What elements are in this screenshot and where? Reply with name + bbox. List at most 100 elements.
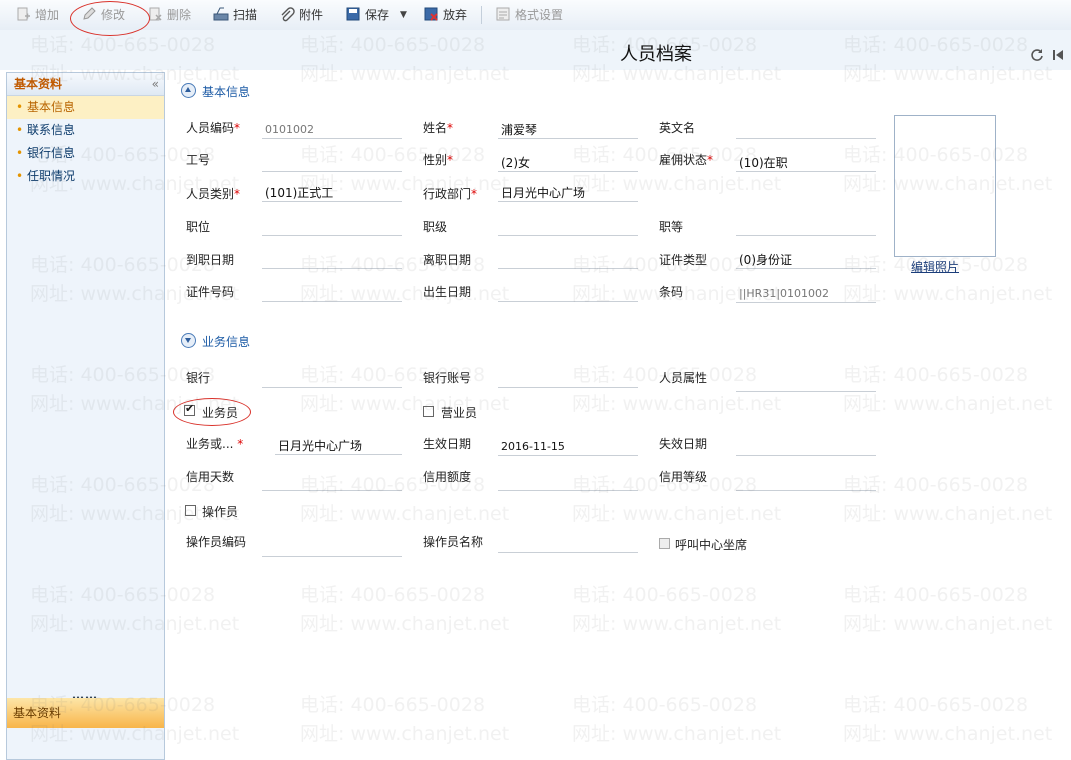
id-number-field[interactable]	[262, 284, 402, 302]
gender-field[interactable]: (2)女	[498, 154, 638, 172]
operator-name-field[interactable]	[498, 535, 638, 553]
credit-amount-field[interactable]	[498, 473, 638, 491]
salesman-checkbox[interactable]	[184, 402, 195, 416]
operator-checkbox[interactable]	[185, 505, 196, 516]
credit-days-field[interactable]	[262, 473, 402, 491]
expiry-date-label: 失效日期	[659, 437, 708, 451]
position-field[interactable]	[262, 218, 402, 236]
name-field[interactable]: 浦爱琴	[498, 121, 638, 139]
discard-icon	[424, 7, 438, 21]
save-button[interactable]: 保存	[345, 0, 389, 30]
position-label: 职位	[186, 220, 211, 234]
sidebar-item-employment[interactable]: 任职情况	[7, 165, 164, 188]
english-name-field[interactable]	[736, 121, 876, 139]
emp-code-field[interactable]: 0101002	[262, 121, 402, 139]
effective-date-label: 生效日期	[423, 437, 472, 451]
sidebar-item-contact-info[interactable]: 联系信息	[7, 119, 164, 142]
salesman-label: 业务员	[202, 406, 239, 420]
rank-field[interactable]	[736, 218, 876, 236]
id-type-field[interactable]: (0)身份证	[736, 251, 876, 269]
bank-account-label: 银行账号	[423, 371, 472, 385]
hire-date-label: 到职日期	[186, 253, 235, 267]
operator-code-field[interactable]	[262, 539, 402, 557]
employment-status-field[interactable]: (10)在职	[736, 154, 876, 172]
credit-level-label: 信用等级	[659, 470, 708, 484]
category-label: 人员类别*	[186, 187, 241, 201]
delete-button[interactable]: 删除	[147, 0, 191, 30]
paperclip-icon	[281, 7, 295, 22]
collapse-icon[interactable]: «	[152, 73, 159, 95]
refresh-icon[interactable]	[1030, 48, 1044, 62]
job-no-field[interactable]	[262, 154, 402, 172]
format-label: 格式设置	[515, 8, 564, 22]
sidebar-item-bank-info[interactable]: 银行信息	[7, 142, 164, 165]
business-info-section-title: 业务信息	[202, 335, 251, 349]
business-dept-label: 业务或... *	[186, 437, 244, 451]
collapse-up-icon	[181, 83, 196, 98]
bank-field[interactable]	[262, 370, 402, 388]
collapse-down-icon	[181, 333, 196, 348]
basic-info-section-header[interactable]: 基本信息	[181, 83, 250, 100]
sidebar-header-title: 基本资料	[14, 77, 63, 91]
person-attribute-label: 人员属性	[659, 371, 708, 385]
birth-date-label: 出生日期	[423, 285, 472, 299]
save-icon	[346, 7, 360, 21]
emp-code-label: 人员编码*	[186, 121, 241, 135]
department-field[interactable]: 日月光中心广场	[498, 184, 638, 202]
save-dropdown-icon[interactable]: ▼	[400, 0, 407, 30]
format-icon	[496, 7, 510, 21]
employment-status-label: 雇佣状态*	[659, 153, 714, 167]
business-info-section-header[interactable]: 业务信息	[181, 333, 250, 350]
edit-button[interactable]: 修改	[81, 0, 125, 30]
operator-code-label: 操作员编码	[186, 535, 247, 549]
operator-label: 操作员	[202, 505, 239, 519]
effective-date-field[interactable]: 2016-11-15	[498, 438, 638, 456]
birth-date-field[interactable]	[498, 284, 638, 302]
bank-account-field[interactable]	[498, 370, 638, 388]
sidebar: 基本资料 « 基本信息 联系信息 银行信息 任职情况 …… 基本资料	[6, 72, 165, 760]
page-title: 人员档案	[620, 44, 692, 65]
toolbar: 增加 修改 删除 扫描 附件 保存 ▼ 放弃 格式设置	[0, 0, 1071, 31]
callcenter-checkbox[interactable]	[659, 538, 670, 549]
bank-label: 银行	[186, 371, 211, 385]
edit-photo-link[interactable]: 编辑照片	[911, 258, 959, 275]
scanner-icon	[213, 7, 229, 21]
sidebar-header: 基本资料 «	[7, 73, 164, 96]
clerk-checkbox[interactable]	[423, 406, 434, 417]
scan-button[interactable]: 扫描	[213, 0, 257, 30]
credit-amount-label: 信用额度	[423, 470, 472, 484]
person-attribute-field[interactable]	[736, 374, 876, 392]
credit-level-field[interactable]	[736, 473, 876, 491]
grade-field[interactable]	[498, 218, 638, 236]
category-field[interactable]: (101)正式工	[262, 184, 402, 202]
first-record-icon[interactable]	[1051, 48, 1065, 62]
delete-label: 删除	[167, 8, 192, 22]
leave-date-field[interactable]	[498, 251, 638, 269]
pencil-icon	[83, 7, 96, 20]
title-band	[0, 30, 1071, 70]
attach-button[interactable]: 附件	[279, 0, 323, 30]
edit-label: 修改	[101, 8, 126, 22]
discard-button[interactable]: 放弃	[423, 0, 467, 30]
add-label: 增加	[35, 8, 60, 22]
department-label: 行政部门*	[423, 187, 478, 201]
sidebar-footer-tab[interactable]: 基本资料	[7, 698, 164, 728]
hire-date-field[interactable]	[262, 251, 402, 269]
discard-label: 放弃	[443, 8, 468, 22]
callcenter-label: 呼叫中心坐席	[675, 538, 748, 552]
english-name-label: 英文名	[659, 121, 696, 135]
form-content: 基本信息 人员编码* 0101002 姓名* 浦爱琴 英文名 工号 性别* (2…	[166, 72, 1071, 760]
sidebar-item-basic-info[interactable]: 基本信息	[7, 96, 164, 119]
leave-date-label: 离职日期	[423, 253, 472, 267]
barcode-label: 条码	[659, 285, 684, 299]
barcode-field[interactable]: ||HR31|0101002	[736, 285, 876, 303]
gender-label: 性别*	[423, 153, 454, 167]
format-settings-button[interactable]: 格式设置	[495, 0, 563, 30]
photo-box[interactable]	[894, 115, 996, 257]
business-dept-field[interactable]: 日月光中心广场	[275, 437, 402, 455]
add-button[interactable]: 增加	[15, 0, 59, 30]
name-label: 姓名*	[423, 121, 454, 135]
expiry-date-field[interactable]	[736, 438, 876, 456]
operator-name-label: 操作员名称	[423, 535, 484, 549]
basic-info-section-title: 基本信息	[202, 85, 251, 99]
